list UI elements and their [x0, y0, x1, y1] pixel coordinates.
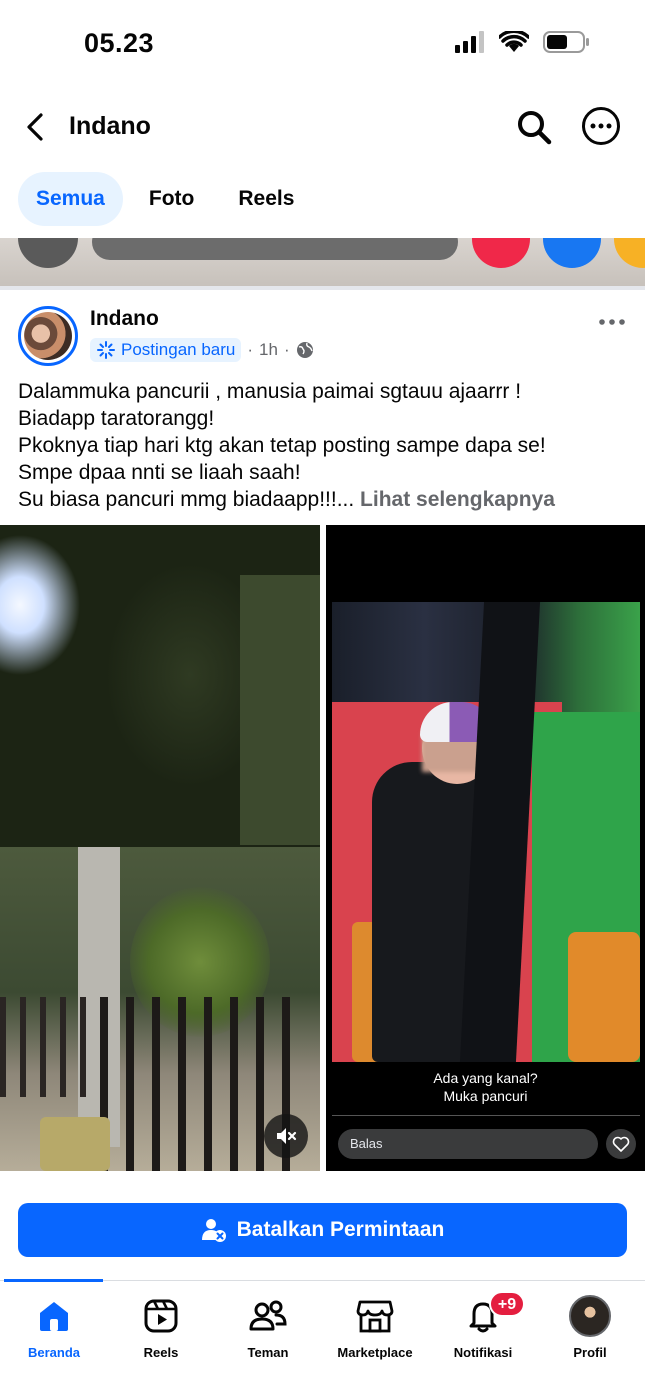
cancel-request-label: Batalkan Permintaan	[236, 1218, 445, 1241]
previous-post-avatar	[18, 238, 78, 268]
previous-post-reply-bar	[92, 238, 458, 260]
video-wall	[240, 575, 320, 845]
page-title: Indano	[69, 112, 151, 140]
profile-avatar	[569, 1295, 611, 1337]
post-text: Dalammuka pancurii , manusia paimai sgta…	[18, 378, 628, 513]
post-more-button[interactable]	[598, 312, 626, 332]
nav-label: Notifikasi	[453, 1345, 513, 1360]
story-reply-input[interactable]: Balas	[338, 1129, 598, 1159]
marketplace-icon	[356, 1300, 394, 1333]
like-reaction-icon	[543, 238, 601, 268]
post-author-name[interactable]: Indano	[90, 307, 159, 331]
tab-foto[interactable]: Foto	[131, 172, 212, 226]
story-caption: Ada yang kanal? Muka pancuri	[326, 1069, 645, 1105]
sparkle-icon	[97, 341, 115, 359]
notification-count-badge: +9	[489, 1291, 525, 1317]
more-horizontal-icon	[599, 319, 625, 325]
friends-icon	[249, 1300, 287, 1331]
nav-active-indicator	[4, 1279, 103, 1282]
story-caption-line: Muka pancuri	[443, 1088, 528, 1104]
chevron-left-icon	[27, 113, 43, 141]
post-text-line: Pkoknya tiap hari ktg akan tetap posting…	[18, 434, 546, 457]
nav-label: Reels	[143, 1345, 179, 1360]
post-text-line: Smpe dpaa nnti se liaah saah!	[18, 461, 301, 484]
see-more-link[interactable]: Lihat selengkapnya	[360, 488, 555, 511]
heart-outline-icon	[612, 1136, 630, 1152]
user-cancel-icon	[201, 1219, 226, 1242]
status-icons	[455, 30, 591, 54]
post-text-line: Biadapp taratorangg!	[18, 407, 215, 430]
story-photo	[332, 602, 640, 1062]
globe-icon	[296, 342, 313, 358]
nav-item-reels[interactable]: Reels	[107, 1295, 215, 1360]
video-railing-left	[0, 997, 90, 1097]
bottom-nav: Beranda Reels Teman Marketplace +9 Notif…	[0, 1279, 645, 1398]
new-post-label: Postingan baru	[121, 340, 236, 359]
wow-reaction-icon	[614, 238, 645, 268]
post-meta: Postingan baru · 1h ·	[90, 338, 314, 362]
reels-icon	[144, 1299, 178, 1333]
nav-item-notifikasi[interactable]: +9 Notifikasi	[429, 1291, 537, 1360]
story-caption-line: Ada yang kanal?	[433, 1070, 538, 1086]
nav-label: Teman	[247, 1345, 289, 1360]
nav-label: Marketplace	[337, 1345, 413, 1360]
more-horizontal-circle-icon	[582, 107, 620, 145]
post-text-line: Dalammuka pancurii , manusia paimai sgta…	[18, 380, 522, 403]
post-story-image[interactable]: Ada yang kanal? Muka pancuri Balas	[326, 525, 645, 1171]
nav-label: Profil	[573, 1345, 607, 1360]
post-text-truncated: Su biasa pancuri mmg biadaapp!!!...	[18, 488, 355, 511]
previous-post-preview	[0, 238, 645, 286]
post-divider	[0, 286, 645, 290]
search-button[interactable]	[514, 107, 554, 147]
story-reply-divider	[332, 1115, 640, 1116]
wifi-icon	[499, 31, 529, 52]
post-text-line-last: Su biasa pancuri mmg biadaapp!!!... Liha…	[18, 486, 628, 513]
tab-reels[interactable]: Reels	[220, 172, 312, 226]
filter-tabs: Semua Foto Reels	[18, 172, 312, 226]
more-options-button[interactable]	[580, 105, 622, 147]
avatar-image	[24, 312, 72, 360]
meta-separator: ·	[247, 340, 254, 359]
nav-item-beranda[interactable]: Beranda	[0, 1295, 108, 1360]
post-author-avatar[interactable]	[18, 306, 78, 366]
meta-separator: ·	[283, 340, 290, 359]
story-like-button[interactable]	[606, 1129, 636, 1159]
home-icon	[40, 1302, 68, 1331]
cancel-request-button[interactable]: Batalkan Permintaan	[18, 1203, 627, 1257]
status-bar: 05.23	[0, 0, 645, 88]
story-chair-right	[568, 932, 640, 1062]
search-icon	[518, 111, 552, 145]
tab-semua[interactable]: Semua	[18, 172, 123, 226]
battery-icon	[543, 31, 589, 53]
video-doormat	[40, 1117, 110, 1171]
mute-button[interactable]	[264, 1114, 308, 1158]
back-button[interactable]	[18, 109, 54, 145]
post-video[interactable]	[0, 525, 320, 1171]
heart-reaction-icon	[472, 238, 530, 268]
header: Indano	[0, 95, 645, 159]
post-time: 1h	[259, 340, 278, 359]
cellular-signal-icon	[455, 31, 484, 53]
nav-item-marketplace[interactable]: Marketplace	[321, 1295, 429, 1360]
video-frame-top	[0, 525, 320, 847]
nav-item-teman[interactable]: Teman	[214, 1295, 322, 1360]
new-post-badge: Postingan baru	[90, 338, 242, 362]
nav-label: Beranda	[27, 1345, 81, 1360]
status-time: 05.23	[84, 28, 155, 58]
nav-item-profil[interactable]: Profil	[536, 1295, 644, 1360]
speaker-muted-icon	[277, 1128, 297, 1144]
